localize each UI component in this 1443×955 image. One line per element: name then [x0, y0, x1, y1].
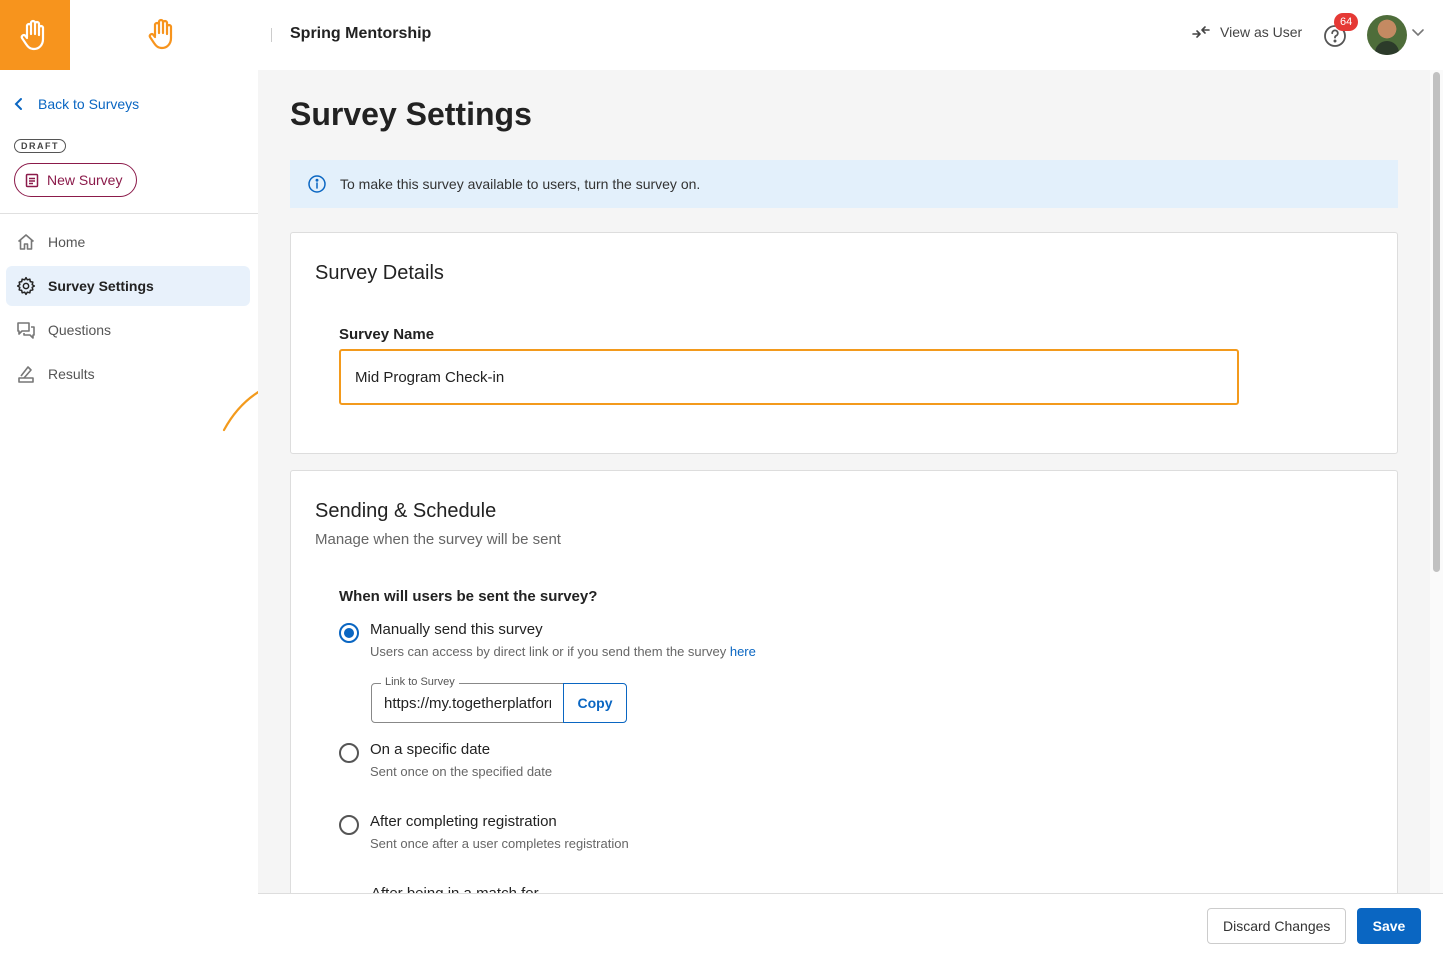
footer-action-bar: Discard Changes Save [258, 893, 1443, 955]
sending-schedule-card: Sending & Schedule Manage when the surve… [290, 470, 1398, 893]
sidebar-divider [0, 213, 258, 214]
sidebar: Back to Surveys DRAFT New Survey Home Su… [0, 70, 258, 955]
survey-name-input[interactable] [339, 349, 1239, 405]
sidebar-item-results[interactable]: Results [6, 354, 250, 394]
info-banner-text: To make this survey available to users, … [340, 176, 701, 192]
view-as-user-label: View as User [1220, 24, 1303, 40]
top-bar: Spring Mentorship View as User 64 [0, 0, 1443, 70]
radio-button[interactable] [339, 743, 359, 763]
here-link[interactable]: here [730, 644, 756, 659]
link-to-survey-input[interactable] [372, 684, 563, 722]
survey-title-label: New Survey [47, 172, 123, 188]
scrollbar-thumb[interactable] [1433, 72, 1440, 572]
survey-details-card: Survey Details Survey Name [290, 232, 1398, 454]
switch-arrows-icon [1192, 26, 1210, 38]
sending-schedule-title: Sending & Schedule [315, 500, 497, 522]
radio-description: Sent once after a user completes registr… [370, 836, 629, 851]
radio-title: Manually send this survey [370, 621, 543, 638]
radio-manual-send[interactable]: Manually send this survey Users can acce… [339, 621, 756, 659]
radio-specific-date[interactable]: On a specific date Sent once on the spec… [339, 741, 552, 779]
sidebar-item-label: Results [48, 366, 95, 382]
discard-changes-button[interactable]: Discard Changes [1207, 908, 1347, 944]
header-divider [271, 28, 272, 42]
radio-description: Users can access by direct link or if yo… [370, 644, 756, 659]
brand-logo[interactable] [0, 0, 70, 70]
survey-name-label: Survey Name [339, 326, 435, 343]
back-to-surveys-link[interactable]: Back to Surveys [14, 96, 139, 112]
notification-badge: 64 [1334, 13, 1359, 31]
back-to-surveys-label: Back to Surveys [38, 96, 140, 112]
sidebar-item-survey-settings[interactable]: Survey Settings [6, 266, 250, 306]
radio-after-registration[interactable]: After completing registration Sent once … [339, 813, 629, 851]
hand-wave-logo-icon [148, 18, 173, 50]
link-to-survey-field[interactable]: Link to Survey [371, 676, 564, 723]
chevron-down-icon[interactable] [1411, 28, 1425, 38]
info-icon [308, 175, 326, 193]
status-badge: DRAFT [14, 139, 66, 153]
radio-description: Sent once on the specified date [370, 764, 553, 779]
radio-title: On a specific date [370, 741, 491, 758]
clipboard-icon [25, 173, 39, 188]
radio-button[interactable] [339, 815, 359, 835]
hand-wave-icon [20, 19, 45, 51]
questions-icon [17, 322, 35, 339]
radio-button-checked[interactable] [339, 623, 359, 643]
home-icon [17, 234, 35, 250]
send-question-label: When will users be sent the survey? [339, 588, 598, 605]
gear-icon [16, 276, 36, 296]
radio-title: After completing registration [370, 813, 557, 830]
radio-description-text: Users can access by direct link or if yo… [370, 644, 727, 659]
info-banner: To make this survey available to users, … [290, 160, 1398, 208]
save-button[interactable]: Save [1357, 908, 1421, 944]
page-title: Survey Settings [290, 96, 532, 132]
program-title: Spring Mentorship [290, 25, 432, 42]
survey-title-chip[interactable]: New Survey [14, 163, 138, 197]
results-icon [18, 366, 34, 383]
sidebar-item-label: Survey Settings [48, 278, 154, 294]
radio-title-match-duration[interactable]: After being in a match for [371, 885, 539, 893]
sidebar-item-label: Home [48, 234, 86, 250]
chevron-left-icon [14, 98, 22, 110]
view-as-user-button[interactable]: View as User [1192, 24, 1302, 40]
avatar[interactable] [1367, 15, 1407, 55]
sending-schedule-subtitle: Manage when the survey will be sent [315, 531, 561, 548]
sidebar-item-home[interactable]: Home [6, 222, 250, 262]
main-content: Survey Settings To make this survey avai… [258, 70, 1430, 893]
survey-details-title: Survey Details [315, 262, 444, 284]
copy-link-button[interactable]: Copy [563, 683, 627, 723]
sidebar-item-questions[interactable]: Questions [6, 310, 250, 350]
sidebar-item-label: Questions [48, 322, 112, 338]
